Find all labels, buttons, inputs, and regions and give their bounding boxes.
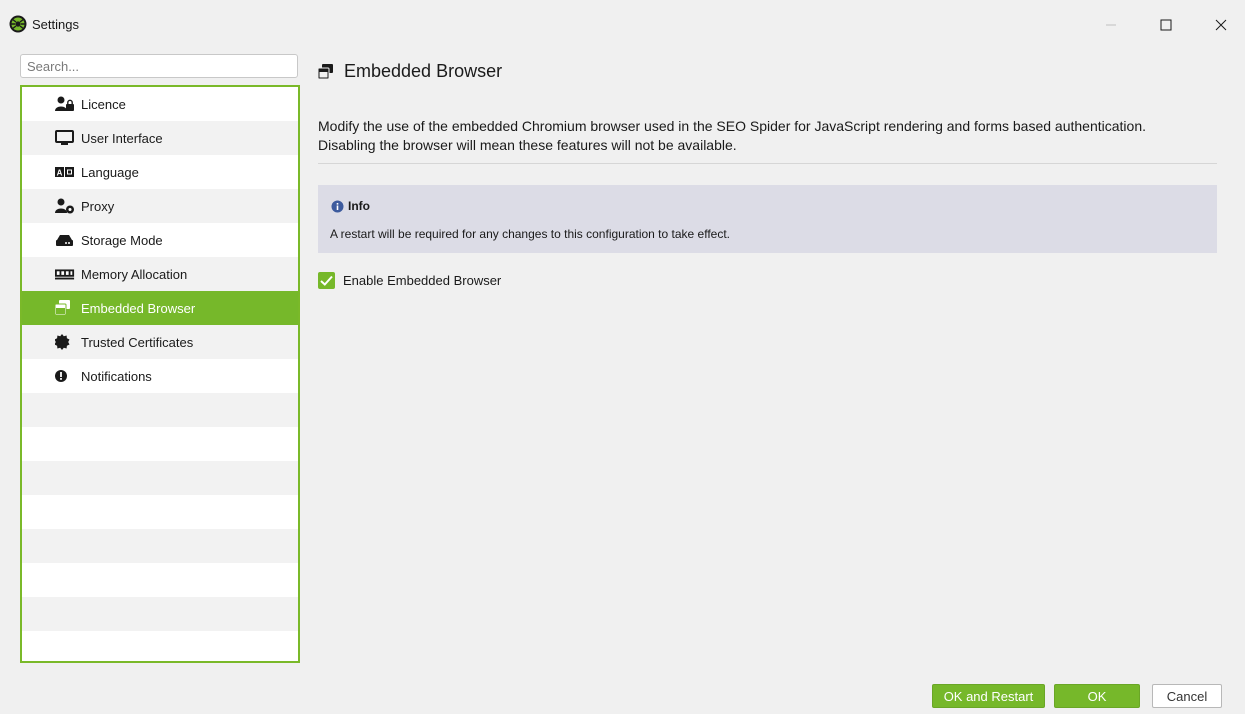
window-restore-icon: [317, 64, 334, 80]
sidebar-item-label: Storage Mode: [81, 232, 163, 248]
sidebar-item-label: Notifications: [81, 368, 152, 384]
settings-sidebar: Licence User Interface A Language Proxy …: [20, 85, 300, 663]
memory-icon: [55, 266, 75, 282]
title-bar: Settings: [0, 0, 1245, 50]
sidebar-item-embedded-browser[interactable]: Embedded Browser: [22, 291, 298, 325]
sidebar-empty-row: [22, 393, 298, 427]
spider-app-icon: [9, 15, 27, 33]
certificate-icon: [55, 334, 75, 350]
sidebar-item-memory-allocation[interactable]: Memory Allocation: [22, 257, 298, 291]
minimize-button[interactable]: [1088, 10, 1134, 40]
page-title: Embedded Browser: [344, 61, 503, 81]
info-title: Info: [348, 199, 370, 213]
info-text: A restart will be required for any chang…: [330, 227, 731, 241]
sidebar-item-label: Trusted Certificates: [81, 334, 194, 350]
sidebar-item-storage-mode[interactable]: Storage Mode: [22, 223, 298, 257]
monitor-icon: [55, 130, 75, 146]
language-icon: A: [55, 164, 75, 180]
sidebar-item-proxy[interactable]: Proxy: [22, 189, 298, 223]
sidebar-item-notifications[interactable]: Notifications: [22, 359, 298, 393]
sidebar-item-label: Memory Allocation: [81, 266, 188, 282]
sidebar-empty-row: [22, 563, 298, 597]
sidebar-empty-row: [22, 631, 298, 661]
checkmark-icon: [320, 275, 333, 286]
sidebar-empty-row: [22, 461, 298, 495]
maximize-icon: [1160, 19, 1172, 31]
divider: [318, 163, 1217, 164]
sidebar-empty-row: [22, 597, 298, 631]
checkbox-label[interactable]: Enable Embedded Browser: [343, 273, 501, 288]
sidebar-item-licence[interactable]: Licence: [22, 87, 298, 121]
sidebar-empty-row: [22, 529, 298, 563]
info-panel: Info A restart will be required for any …: [318, 185, 1217, 253]
enable-embedded-browser-checkbox[interactable]: [318, 272, 335, 289]
ok-button[interactable]: OK: [1054, 684, 1140, 708]
close-icon: [1215, 19, 1227, 31]
ok-and-restart-button[interactable]: OK and Restart: [932, 684, 1045, 708]
info-circle-icon: [331, 200, 344, 213]
sidebar-item-label: Proxy: [81, 198, 115, 214]
close-button[interactable]: [1198, 10, 1244, 40]
page-description: Modify the use of the embedded Chromium …: [318, 118, 1147, 153]
svg-text:A: A: [57, 169, 63, 178]
hard-drive-icon: [55, 232, 75, 248]
sidebar-item-label: Embedded Browser: [81, 300, 196, 316]
sidebar-item-trusted-certificates[interactable]: Trusted Certificates: [22, 325, 298, 359]
user-lock-icon: [55, 96, 75, 112]
search-input[interactable]: [20, 54, 298, 78]
exclamation-circle-icon: [55, 368, 75, 384]
window-restore-icon: [55, 300, 75, 316]
sidebar-item-label: Licence: [81, 96, 126, 112]
window-title: Settings: [32, 17, 79, 32]
maximize-button[interactable]: [1143, 10, 1189, 40]
user-gear-icon: [55, 198, 75, 214]
cancel-button[interactable]: Cancel: [1152, 684, 1222, 708]
sidebar-item-language[interactable]: A Language: [22, 155, 298, 189]
minimize-icon: [1106, 24, 1116, 26]
sidebar-item-label: Language: [81, 164, 139, 180]
sidebar-item-user-interface[interactable]: User Interface: [22, 121, 298, 155]
sidebar-item-label: User Interface: [81, 130, 163, 146]
sidebar-empty-row: [22, 495, 298, 529]
sidebar-empty-row: [22, 427, 298, 461]
